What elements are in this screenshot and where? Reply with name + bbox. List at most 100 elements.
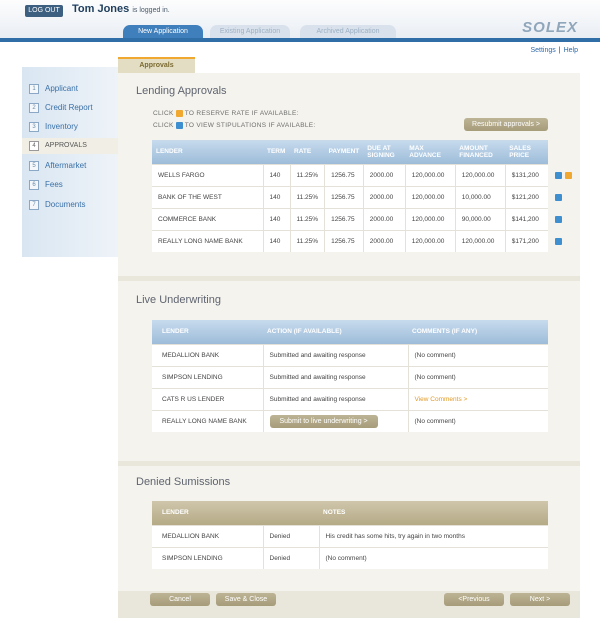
cell: COMMERCE BANK — [152, 207, 263, 230]
sidebar-item-label: Aftermarket — [45, 161, 87, 170]
main-panel: Lending Approvals CLICK TO RESERVE RATE … — [118, 73, 580, 618]
tab-existing-application[interactable]: Existing Application — [210, 25, 290, 38]
cell: WELLS FARGO — [152, 163, 263, 186]
cell: (No comment) — [407, 409, 548, 432]
cell: 2000.00 — [362, 207, 406, 230]
cell: Submitted and awaiting response — [262, 365, 408, 388]
solex-logo: SOLEX — [522, 19, 578, 36]
cell: 120,000.00 — [404, 207, 456, 230]
save-close-button[interactable]: Save & Close — [216, 593, 276, 606]
sidebar-item-label: Documents — [45, 200, 86, 209]
cell: 1256.75 — [324, 229, 364, 252]
settings-link[interactable]: Settings — [530, 47, 555, 54]
cell: $121,200 — [504, 185, 548, 208]
col-lender: LENDER — [152, 140, 263, 164]
sidebar-item-credit-report[interactable]: 2 Credit Report — [22, 100, 118, 116]
help-link[interactable]: Help — [564, 47, 578, 54]
cell: $171,200 — [504, 229, 548, 252]
cell: SIMPSON LENDING — [152, 365, 263, 388]
resubmit-approvals-button[interactable]: Resubmit approvals > — [464, 118, 548, 131]
hint-text: CLICK — [153, 110, 174, 118]
col-amount-financed: AMOUNT FINANCED — [455, 140, 506, 164]
table-row: COMMERCE BANK 140 11.25% 1256.75 2000.00 120,… — [152, 207, 548, 230]
cell: 120,000.00 — [404, 229, 456, 252]
cell: 120,000.00 — [404, 163, 456, 186]
link-separator: | — [558, 47, 561, 54]
cell: MEDALLION BANK — [152, 524, 263, 547]
sidebar-item-label: Inventory — [45, 122, 78, 131]
table-row: WELLS FARGO 140 11.25% 1256.75 2000.00 120,00… — [152, 163, 548, 186]
step-number: 1 — [29, 84, 39, 94]
cell: 2000.00 — [362, 185, 406, 208]
table-row: CATS R US LENDER Submitted and awaiting r… — [152, 387, 548, 410]
sidebar-item-approvals[interactable]: 4 APPROVALS — [22, 138, 118, 154]
cell: 11.25% — [289, 229, 325, 252]
stipulations-icon[interactable] — [555, 238, 562, 245]
col-status — [263, 501, 319, 525]
table-row: MEDALLION BANK Submitted and awaiting res… — [152, 343, 548, 366]
table-row: BANK OF THE WEST 140 11.25% 1256.75 2000.00 1… — [152, 185, 548, 208]
cell: Submitted and awaiting response — [262, 343, 408, 366]
cell: 1256.75 — [324, 163, 364, 186]
cell: 140 — [262, 185, 290, 208]
action-cell: Submit to live underwriting > — [262, 409, 408, 432]
cell: REALLY LONG NAME BANK — [152, 229, 263, 252]
cell: BANK OF THE WEST — [152, 185, 263, 208]
sidebar-item-aftermarket[interactable]: 5 Aftermarket — [22, 158, 118, 174]
cell: Denied — [262, 546, 319, 569]
submit-live-underwriting-button[interactable]: Submit to live underwriting > — [269, 414, 378, 428]
lending-approvals-section: Lending Approvals CLICK TO RESERVE RATE … — [118, 73, 580, 276]
sidebar-item-applicant[interactable]: 1 Applicant — [22, 81, 118, 97]
step-number: 6 — [29, 180, 39, 190]
stipulations-icon[interactable] — [555, 216, 562, 223]
cell: 120,000.00 — [454, 229, 506, 252]
user-name: Tom Jones — [72, 3, 130, 15]
logout-button[interactable]: LOG OUT — [25, 5, 63, 17]
view-comments-link[interactable]: View Comments > — [407, 387, 548, 410]
stipulations-icon[interactable] — [555, 194, 562, 201]
cell: 11.25% — [289, 207, 325, 230]
sidebar-item-documents[interactable]: 7 Documents — [22, 197, 118, 213]
sidebar-item-label: Credit Report — [45, 103, 93, 112]
cell: 120,000.00 — [454, 163, 506, 186]
cancel-button[interactable]: Cancel — [150, 593, 210, 606]
reserve-hint: CLICK TO RESERVE RATE IF AVAILABLE: — [153, 110, 299, 117]
col-term: TERM — [263, 140, 290, 164]
sidebar-item-inventory[interactable]: 3 Inventory — [22, 119, 118, 135]
hint-text: TO RESERVE RATE IF AVAILABLE: — [184, 110, 299, 118]
stipulations-icon — [175, 122, 183, 129]
cell: $141,200 — [504, 207, 548, 230]
cell: 1256.75 — [324, 185, 364, 208]
cell: 2000.00 — [362, 163, 406, 186]
cell: (No comment) — [407, 343, 548, 366]
col-lender: LENDER — [152, 320, 263, 344]
hint-text: TO VIEW STIPULATIONS IF AVAILABLE: — [184, 122, 316, 130]
cell: $131,200 — [504, 163, 548, 186]
sidebar: 1 Applicant 2 Credit Report 3 Inventory 4 AP… — [22, 67, 118, 257]
denied-submissions-table: LENDER NOTES MEDALLION BANK Denied His cre… — [152, 501, 548, 569]
live-underwriting-table: LENDER ACTION (IF AVAILABLE) COMMENTS (I… — [152, 320, 548, 432]
sidebar-item-fees[interactable]: 6 Fees — [22, 177, 118, 193]
tab-new-application[interactable]: New Application — [123, 25, 203, 38]
tab-archived-application[interactable]: Archived Application — [300, 25, 396, 38]
col-lender: LENDER — [152, 501, 263, 525]
cell: SIMPSON LENDING — [152, 546, 263, 569]
logged-in-text: is logged in. — [132, 7, 170, 14]
previous-button[interactable]: <Previous — [444, 593, 504, 606]
cell: 140 — [262, 163, 290, 186]
cell: 140 — [262, 229, 290, 252]
step-number: 4 — [29, 141, 39, 151]
reserve-rate-icon[interactable] — [565, 172, 572, 179]
cell: 10,000.00 — [454, 185, 506, 208]
tab-approvals[interactable]: Approvals — [118, 57, 195, 73]
next-button[interactable]: Next > — [510, 593, 570, 606]
col-rate: RATE — [290, 140, 325, 164]
table-row: REALLY LONG NAME BANK Submit to live unde… — [152, 409, 548, 432]
col-max-advance: MAX ADVANCE — [405, 140, 456, 164]
cell: 140 — [262, 207, 290, 230]
cell: 2000.00 — [362, 229, 406, 252]
cell: 11.25% — [289, 163, 325, 186]
col-notes: NOTES — [319, 501, 548, 525]
cell: 1256.75 — [324, 207, 364, 230]
stipulations-icon[interactable] — [555, 172, 562, 179]
